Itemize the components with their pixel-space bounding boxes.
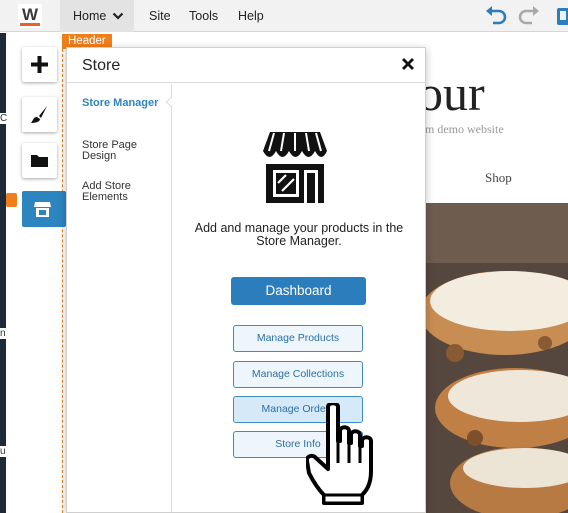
folder-icon xyxy=(31,155,48,167)
panel-title: Store xyxy=(82,57,121,74)
redo-icon[interactable] xyxy=(517,5,541,27)
site-nav-shop[interactable]: Shop xyxy=(485,170,512,186)
top-menu-bar: W Home Site Tools Help xyxy=(0,0,568,32)
hero-image xyxy=(425,203,568,513)
panel-description: Add and manage your products in the Stor… xyxy=(194,221,404,248)
files-button[interactable] xyxy=(22,143,57,178)
canvas-left-edge xyxy=(0,33,6,513)
active-nav-pointer xyxy=(165,91,177,113)
hand-pointer-cursor-icon xyxy=(306,403,373,505)
store-icon xyxy=(34,202,51,217)
design-button[interactable] xyxy=(22,97,57,132)
nav-add-store-elements[interactable]: Add Store Elements xyxy=(82,181,162,203)
menu-tools[interactable]: Tools xyxy=(189,0,218,32)
menu-home[interactable]: Home xyxy=(60,0,134,32)
plus-icon xyxy=(31,56,48,73)
add-element-button[interactable] xyxy=(22,47,57,82)
chevron-down-icon xyxy=(112,12,124,20)
edge-letter: C xyxy=(0,113,8,124)
undo-icon[interactable] xyxy=(484,5,508,27)
close-icon[interactable] xyxy=(401,57,415,71)
mobile-preview-icon[interactable] xyxy=(556,5,568,27)
menu-site[interactable]: Site xyxy=(149,0,171,32)
paintbrush-icon xyxy=(31,106,47,123)
nav-store-manager[interactable]: Store Manager xyxy=(82,98,162,109)
manage-products-button[interactable]: Manage Products xyxy=(233,325,363,352)
app-logo[interactable]: W xyxy=(18,4,42,28)
dashboard-button[interactable]: Dashboard xyxy=(231,277,366,305)
site-title: our xyxy=(418,65,485,121)
section-handle[interactable] xyxy=(6,193,17,207)
menu-home-label: Home xyxy=(73,9,107,23)
nav-store-page-design[interactable]: Store Page Design xyxy=(82,140,162,162)
store-button[interactable] xyxy=(22,191,66,227)
header-section-outline xyxy=(62,49,63,513)
manage-collections-button[interactable]: Manage Collections xyxy=(233,361,363,388)
edge-letter: u xyxy=(0,446,6,457)
svg-text:W: W xyxy=(22,5,39,24)
site-tagline: m demo website xyxy=(425,122,504,136)
menu-help[interactable]: Help xyxy=(238,0,264,32)
storefront-icon xyxy=(263,132,327,203)
edge-letter: n xyxy=(0,328,6,339)
panel-header: Store xyxy=(67,48,425,83)
panel-side-nav: Store Manager Store Page Design Add Stor… xyxy=(67,84,172,512)
